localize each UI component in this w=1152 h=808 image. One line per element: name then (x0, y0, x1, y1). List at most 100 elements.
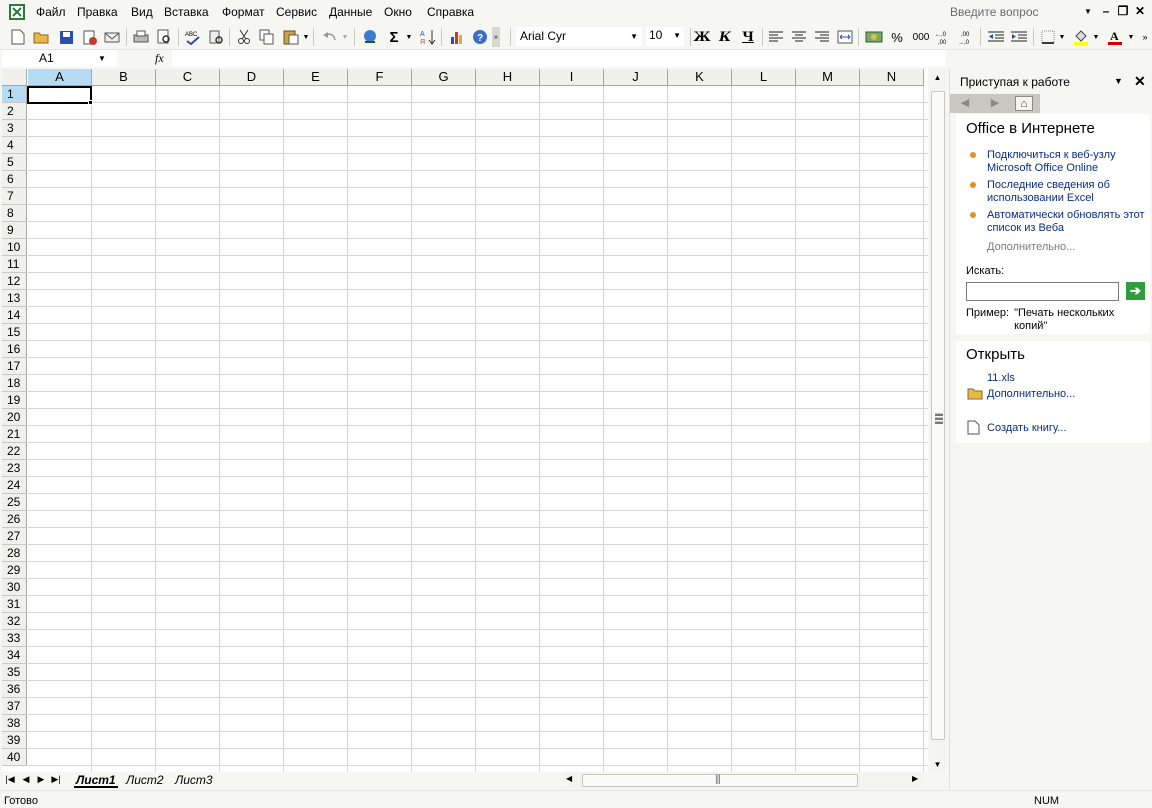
worksheet-grid[interactable]: ABCDEFGHIJKLMN 1 2 3 4 5 6 7 8 9 10 11 12 13 14 15 16 17… (2, 69, 928, 772)
row-header-6[interactable]: 6 (2, 171, 27, 188)
bold-button[interactable]: Ж (692, 27, 712, 47)
menu-data[interactable]: Данные (329, 5, 372, 19)
row-header-19[interactable]: 19 (2, 392, 27, 409)
row-header-26[interactable]: 26 (2, 511, 27, 528)
decrease-decimal-icon[interactable]: ,00 →,0 (957, 27, 977, 47)
vertical-scroll-thumb[interactable]: ▬ ▬ ▬ (930, 88, 945, 790)
recent-file-link[interactable]: 11.xls (987, 372, 1147, 385)
row-header-38[interactable]: 38 (2, 715, 27, 732)
row-header-2[interactable]: 2 (2, 103, 27, 120)
chevron-down-icon[interactable]: ▼ (302, 27, 310, 47)
menu-format[interactable]: Формат (222, 5, 265, 19)
row-header-40[interactable]: 40 (2, 749, 27, 766)
help-question-box[interactable]: Введите вопрос (946, 3, 1096, 21)
row-header-21[interactable]: 21 (2, 426, 27, 443)
row-header-14[interactable]: 14 (2, 307, 27, 324)
back-icon[interactable]: ◀ (956, 96, 974, 111)
open-more-link[interactable]: Дополнительно... (987, 388, 1147, 401)
cells-area[interactable] (28, 86, 928, 772)
menu-tools[interactable]: Сервис (276, 5, 317, 19)
prev-sheet-icon[interactable]: ◀ (20, 774, 32, 785)
column-header-a[interactable]: A (28, 69, 92, 86)
row-header-13[interactable]: 13 (2, 290, 27, 307)
chevron-down-icon[interactable]: ▼ (405, 27, 413, 47)
menu-edit[interactable]: Правка (77, 5, 118, 19)
menu-view[interactable]: Вид (131, 5, 153, 19)
sheet-tab-3[interactable]: Лист3 (173, 773, 215, 788)
link-office-online[interactable]: Подключиться к веб-узлу Microsoft Office… (987, 149, 1147, 175)
column-header-g[interactable]: G (412, 69, 476, 86)
chevron-down-icon[interactable]: ▼ (1092, 27, 1100, 47)
currency-icon[interactable] (864, 27, 884, 47)
fill-color-icon[interactable] (1071, 27, 1091, 47)
row-header-3[interactable]: 3 (2, 120, 27, 137)
search-input[interactable] (966, 282, 1119, 301)
toolbar-options-icon[interactable]: » (492, 27, 500, 47)
chart-wizard-icon[interactable] (447, 27, 467, 47)
row-header-31[interactable]: 31 (2, 596, 27, 613)
close-icon[interactable]: ✕ (1133, 4, 1147, 18)
column-header-d[interactable]: D (220, 69, 284, 86)
menu-window[interactable]: Окно (384, 5, 412, 19)
merge-center-icon[interactable] (835, 27, 855, 47)
row-header-4[interactable]: 4 (2, 137, 27, 154)
undo-icon[interactable] (320, 27, 340, 47)
menu-help[interactable]: Справка (427, 5, 474, 19)
horizontal-scroll-thumb[interactable]: ||| (582, 774, 858, 787)
search-go-button[interactable]: ➔ (1126, 282, 1145, 300)
row-header-27[interactable]: 27 (2, 528, 27, 545)
link-auto-update[interactable]: Автоматически обновлять этот список из В… (987, 209, 1147, 235)
row-header-11[interactable]: 11 (2, 256, 27, 273)
close-icon[interactable]: ✕ (1134, 73, 1146, 90)
scroll-right-icon[interactable]: ▶ (912, 774, 918, 783)
comma-style-button[interactable]: 000 (910, 27, 932, 47)
vertical-scrollbar[interactable]: ▲ ▬ ▬ ▬ ▼ (929, 69, 946, 772)
fill-handle[interactable] (88, 100, 93, 105)
decrease-indent-icon[interactable] (986, 27, 1006, 47)
print-preview-icon[interactable] (154, 27, 174, 47)
link-latest-news[interactable]: Последние сведения об использовании Exce… (987, 179, 1147, 205)
percent-style-button[interactable]: % (887, 27, 907, 47)
row-header-33[interactable]: 33 (2, 630, 27, 647)
scroll-left-icon[interactable]: ◀ (566, 774, 572, 783)
font-name-combobox[interactable]: Arial Cyr ▼ (516, 27, 642, 46)
restore-icon[interactable]: ❐ (1116, 4, 1130, 18)
row-header-32[interactable]: 32 (2, 613, 27, 630)
row-header-18[interactable]: 18 (2, 375, 27, 392)
column-header-b[interactable]: B (92, 69, 156, 86)
column-header-f[interactable]: F (348, 69, 412, 86)
borders-icon[interactable] (1038, 27, 1058, 47)
new-workbook-link[interactable]: Создать книгу... (987, 422, 1147, 435)
help-icon[interactable]: ? (470, 27, 490, 47)
column-header-i[interactable]: I (540, 69, 604, 86)
column-header-j[interactable]: J (604, 69, 668, 86)
autosum-icon[interactable]: Σ (384, 27, 404, 47)
row-header-36[interactable]: 36 (2, 681, 27, 698)
sheet-tab-2[interactable]: Лист2 (124, 773, 166, 788)
align-left-icon[interactable] (766, 27, 786, 47)
increase-indent-icon[interactable] (1009, 27, 1029, 47)
new-document-icon[interactable] (8, 27, 28, 47)
chevron-down-icon[interactable]: ▼ (1114, 76, 1123, 86)
last-sheet-icon[interactable]: ▶| (50, 774, 62, 785)
row-header-20[interactable]: 20 (2, 409, 27, 426)
font-color-icon[interactable]: A (1105, 27, 1125, 47)
chevron-down-icon[interactable]: ▼ (98, 50, 110, 67)
hyperlink-icon[interactable] (360, 27, 380, 47)
row-header-30[interactable]: 30 (2, 579, 27, 596)
row-header-16[interactable]: 16 (2, 341, 27, 358)
row-header-15[interactable]: 15 (2, 324, 27, 341)
first-sheet-icon[interactable]: |◀ (4, 774, 16, 785)
print-icon[interactable] (131, 27, 151, 47)
forward-icon[interactable]: ▶ (986, 96, 1004, 111)
row-header-12[interactable]: 12 (2, 273, 27, 290)
chevron-down-icon[interactable]: ▼ (1127, 27, 1135, 47)
copy-icon[interactable] (257, 27, 277, 47)
italic-button[interactable]: К (715, 27, 735, 47)
cut-icon[interactable] (234, 27, 254, 47)
row-header-9[interactable]: 9 (2, 222, 27, 239)
toolbar-options-icon[interactable]: » (1141, 27, 1149, 47)
row-header-39[interactable]: 39 (2, 732, 27, 749)
permission-icon[interactable] (79, 27, 99, 47)
column-header-h[interactable]: H (476, 69, 540, 86)
